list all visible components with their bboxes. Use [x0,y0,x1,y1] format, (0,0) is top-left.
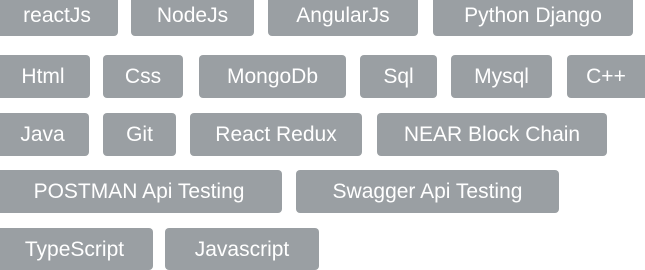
skill-tag-sql[interactable]: Sql [360,55,437,98]
skill-tag-mysql[interactable]: Mysql [451,55,552,98]
skill-tag-postman-api-testing[interactable]: POSTMAN Api Testing [0,170,282,213]
skill-tag-cpp[interactable]: C++ [567,55,645,98]
skill-tag-react-redux[interactable]: React Redux [190,113,362,156]
skills-tag-cloud: reactJs NodeJs AngularJs Python Django H… [0,0,645,270]
skill-tag-python-django[interactable]: Python Django [433,0,633,36]
skill-tag-git[interactable]: Git [103,113,176,156]
skill-tag-html[interactable]: Html [0,55,90,98]
skill-tag-reactjs[interactable]: reactJs [0,0,118,36]
skill-tag-angularjs[interactable]: AngularJs [268,0,418,36]
skill-tag-css[interactable]: Css [103,55,183,98]
skill-tag-nodejs[interactable]: NodeJs [131,0,254,36]
skill-tag-mongodb[interactable]: MongoDb [199,55,346,98]
skill-tag-swagger-api-testing[interactable]: Swagger Api Testing [296,170,559,213]
skill-tag-near-block-chain[interactable]: NEAR Block Chain [377,113,607,156]
skill-tag-java[interactable]: Java [0,113,89,156]
